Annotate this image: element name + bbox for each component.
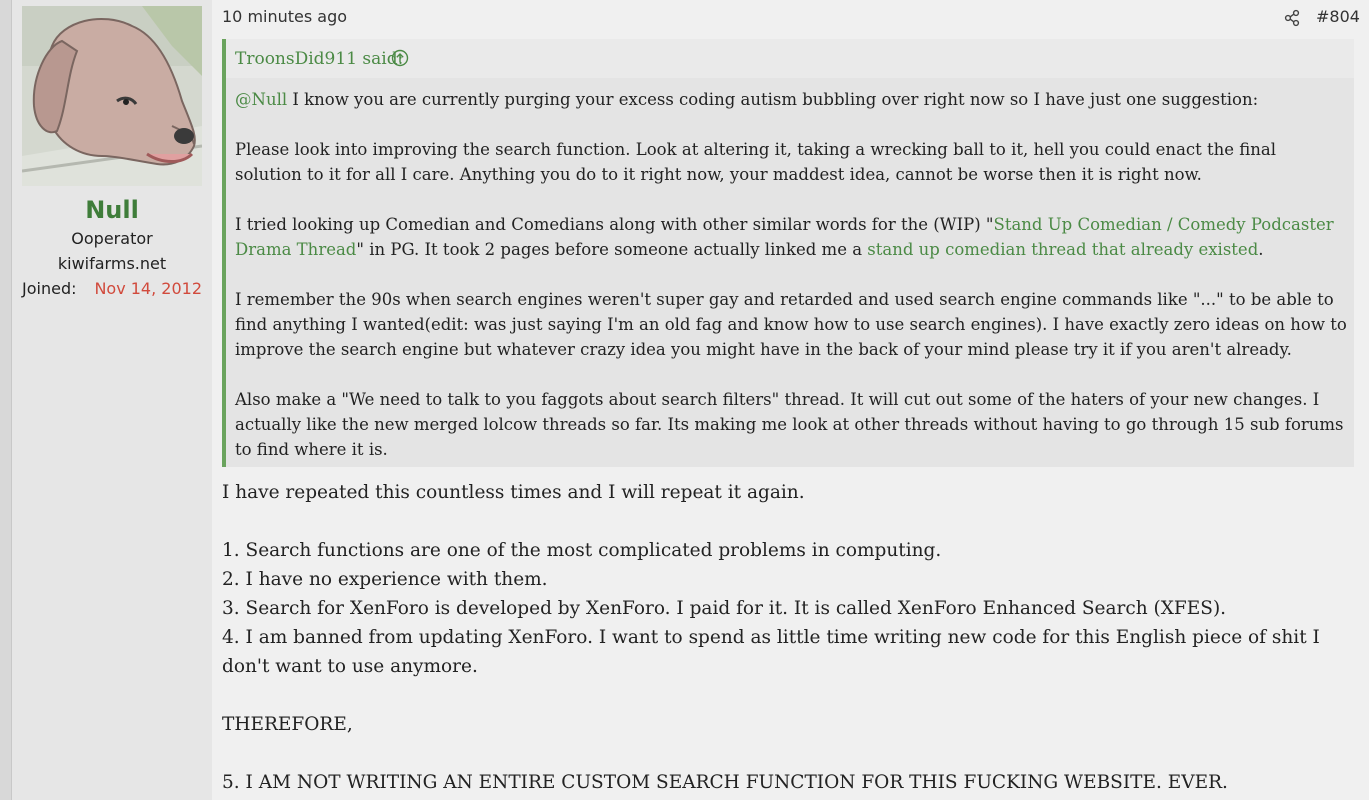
quote-paragraph-5: Also make a "We need to talk to you fagg… xyxy=(235,390,1344,459)
post-line: 5. I AM NOT WRITING AN ENTIRE CUSTOM SEA… xyxy=(222,772,1228,793)
post-line: 4. I am banned from updating XenForo. I … xyxy=(222,627,1320,677)
quote-text: " in PG. It took 2 pages before someone … xyxy=(356,240,868,259)
joined-row: Joined: Nov 14, 2012 xyxy=(22,279,202,301)
page-edge xyxy=(0,0,12,800)
quote-author-link[interactable]: TroonsDid911 said: xyxy=(235,49,403,69)
mention-link[interactable]: @Null xyxy=(235,90,287,109)
quote-text: . xyxy=(1258,240,1264,259)
post-line: I have repeated this countless times and… xyxy=(222,482,805,503)
arrow-up-circle-glyph xyxy=(391,49,409,67)
quote-block: TroonsDid911 said: @Null I know you are … xyxy=(222,39,1354,467)
user-banner: kiwifarms.net xyxy=(57,254,167,273)
post-main: 10 minutes ago #804 TroonsDid911 said: @… xyxy=(212,0,1369,800)
quote-header: TroonsDid911 said: xyxy=(226,39,1354,78)
quote-paragraph-2: Please look into improving the search fu… xyxy=(235,140,1277,184)
thread-link[interactable]: stand up comedian thread that already ex… xyxy=(867,240,1258,259)
quote-paragraph-1: @Null I know you are currently purging y… xyxy=(235,87,1347,112)
dog-avatar-icon[interactable] xyxy=(22,6,202,186)
post-line: 2. I have no experience with them. xyxy=(222,569,548,590)
quote-body: @Null I know you are currently purging y… xyxy=(235,87,1347,462)
post-line: THEREFORE, xyxy=(222,714,353,735)
avatar-image xyxy=(22,6,202,186)
joined-date: Nov 14, 2012 xyxy=(94,279,202,298)
post-timestamp[interactable]: 10 minutes ago xyxy=(222,7,347,26)
quote-paragraph-3: I tried looking up Comedian and Comedian… xyxy=(235,212,1347,262)
post-line: 1. Search functions are one of the most … xyxy=(222,540,942,561)
arrow-up-circle-icon[interactable] xyxy=(391,49,409,67)
quote-text: I tried looking up Comedian and Comedian… xyxy=(235,215,994,234)
share-icon-glyph xyxy=(1284,9,1300,27)
post-line: 3. Search for XenForo is developed by Xe… xyxy=(222,598,1227,619)
username[interactable]: Null xyxy=(12,196,212,224)
post-number-link[interactable]: #804 xyxy=(1316,7,1360,26)
user-title: Ooperator xyxy=(71,229,153,248)
quote-text: I know you are currently purging your ex… xyxy=(287,90,1259,109)
joined-label: Joined: xyxy=(22,279,77,298)
user-sidebar: Null Ooperator kiwifarms.net Joined: Nov… xyxy=(12,0,212,800)
share-icon[interactable] xyxy=(1283,9,1301,27)
quote-paragraph-4: I remember the 90s when search engines w… xyxy=(235,290,1347,359)
post-body: I have repeated this countless times and… xyxy=(222,478,1357,797)
forum-post: Null Ooperator kiwifarms.net Joined: Nov… xyxy=(12,0,1369,800)
